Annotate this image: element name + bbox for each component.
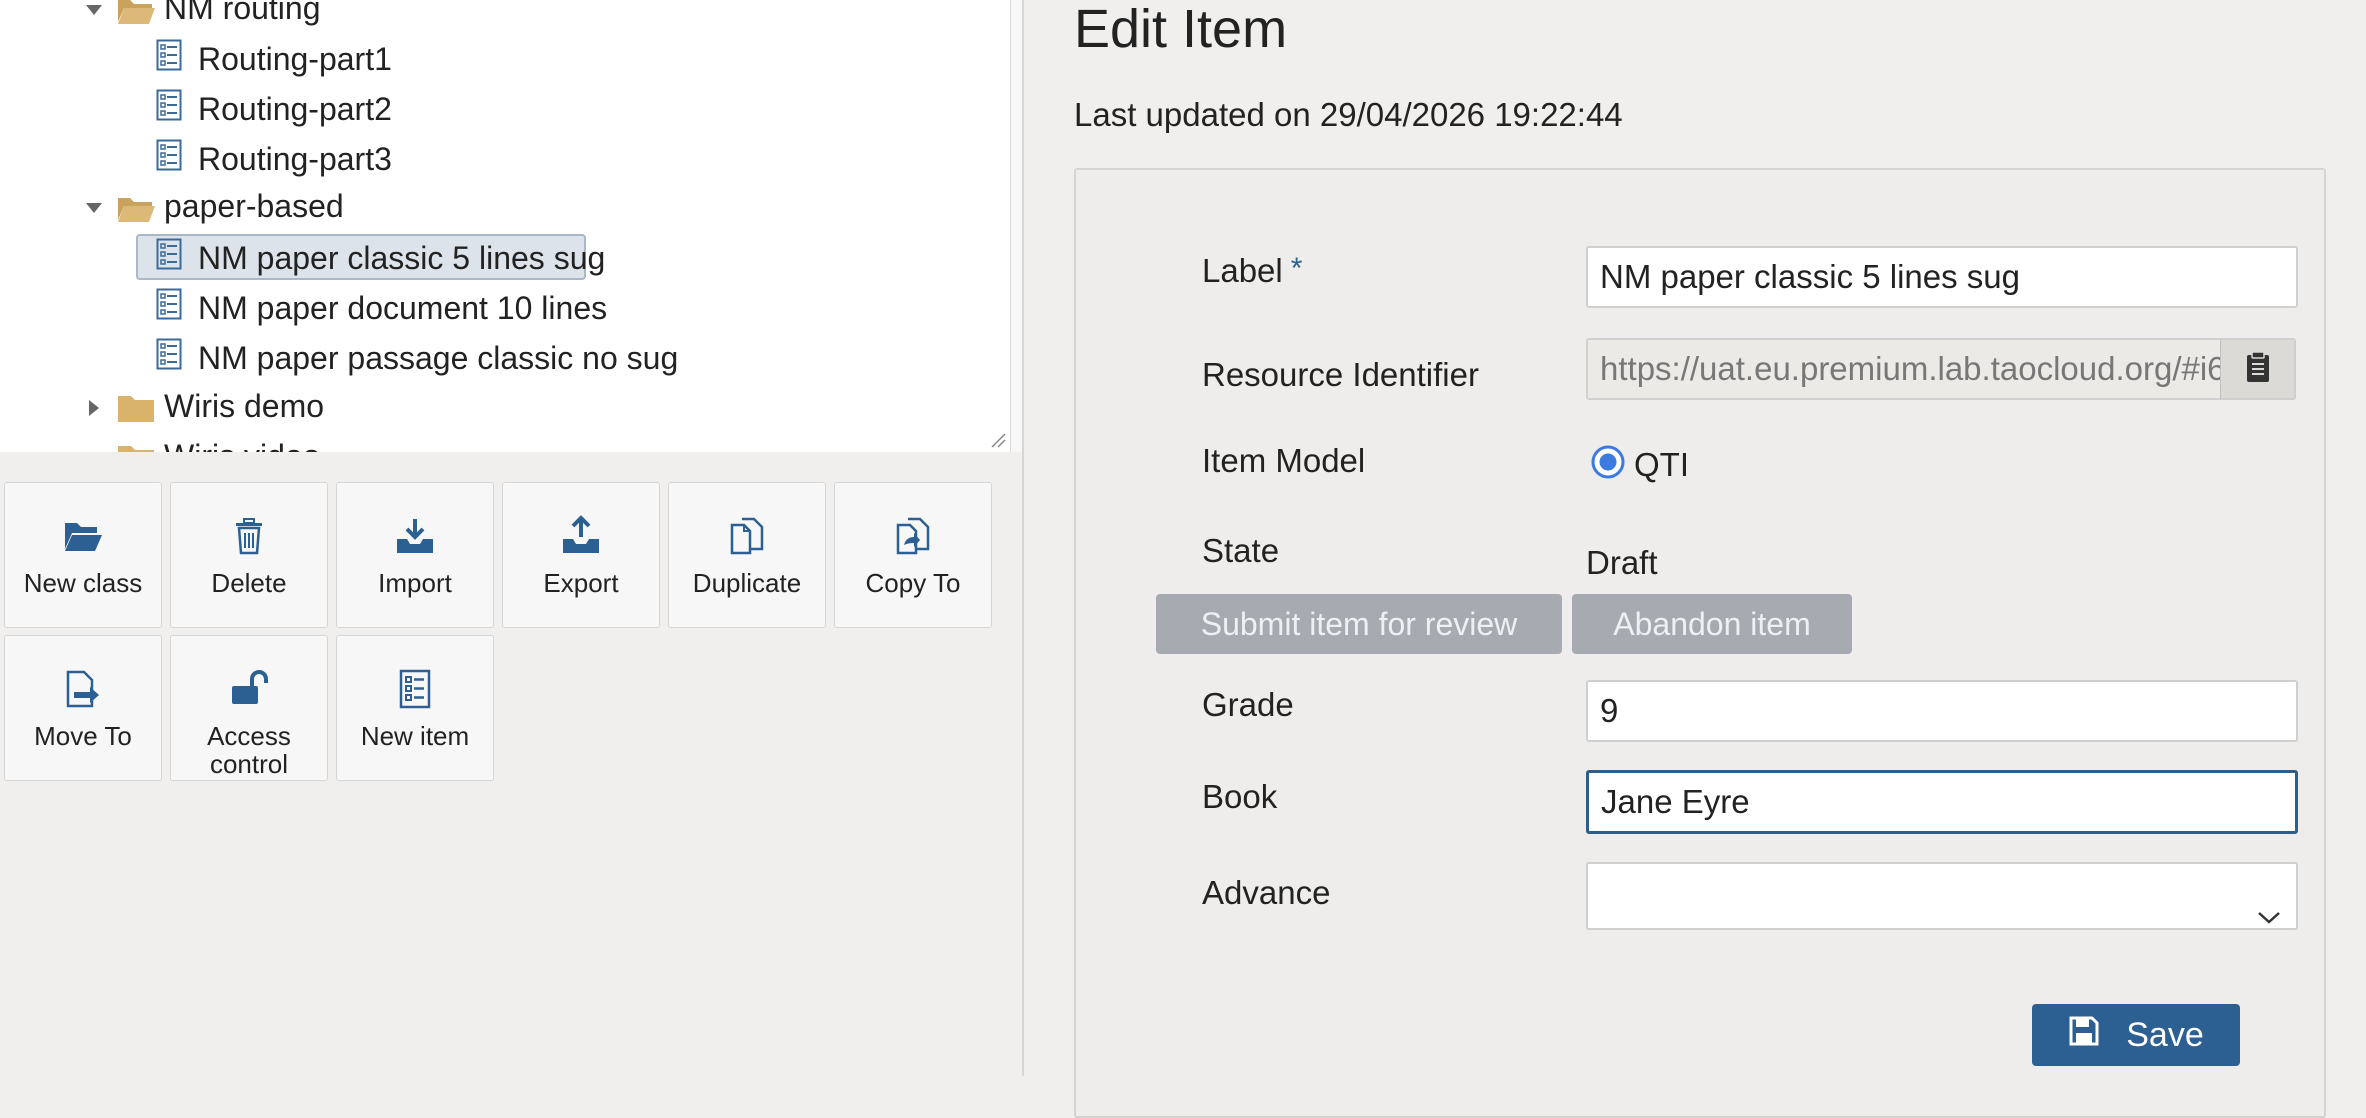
tree-label: Routing-part3 — [198, 140, 392, 177]
clipboard-icon — [2244, 350, 2272, 389]
tree-label: paper-based — [164, 188, 344, 224]
item-list-icon — [156, 238, 182, 278]
duplicate-label: Duplicate — [692, 568, 802, 598]
last-updated-text: Last updated on 29/04/2026 19:22:44 — [1074, 96, 1623, 133]
tree-item[interactable]: Routing-part2 — [156, 87, 392, 131]
edit-panel: Edit Item Last updated on 29/04/2026 19:… — [1024, 0, 2366, 1118]
item-list-icon — [156, 338, 182, 378]
new-item-button[interactable]: New item — [336, 635, 494, 781]
grade-input[interactable]: 9 — [1586, 680, 2298, 742]
export-label: Export — [543, 568, 619, 598]
collapse-arrow-icon[interactable] — [80, 194, 108, 222]
chevron-down-icon — [2256, 886, 2282, 944]
open-folder-icon — [116, 192, 156, 232]
resource-identifier-field[interactable]: https://uat.eu.premium.lab.taocloud.org/… — [1586, 338, 2222, 400]
item-list-icon — [156, 89, 182, 129]
qti-radio-label: QTI — [1634, 445, 1689, 483]
resource-tree: NM routing Routing-part1 Routing-part2 R… — [0, 0, 1010, 452]
folder-icon — [116, 442, 156, 452]
label-field-label: Label * — [1202, 252, 1302, 290]
state-value: Draft — [1586, 544, 1658, 581]
new-class-button[interactable]: New class — [4, 482, 162, 628]
delete-label: Delete — [211, 568, 287, 598]
new-class-label: New class — [23, 568, 143, 598]
item-list-icon — [156, 139, 182, 179]
tree-label: Routing-part1 — [198, 40, 392, 77]
duplicate-icon — [724, 513, 770, 559]
submit-for-review-button[interactable]: Submit item for review — [1156, 594, 1562, 654]
advance-label: Advance — [1202, 874, 1331, 911]
unlock-icon — [226, 666, 272, 712]
tree-label: Wiris video — [164, 438, 320, 452]
tree-item[interactable]: Routing-part1 — [156, 37, 392, 81]
item-list-icon — [392, 666, 438, 712]
collapse-arrow-icon[interactable] — [80, 0, 108, 24]
move-to-label: Move To — [34, 721, 132, 751]
label-input[interactable]: NM paper classic 5 lines sug — [1586, 246, 2298, 308]
label-label-text: Label — [1202, 252, 1283, 289]
import-label: Import — [378, 568, 452, 598]
qti-radio-button[interactable] — [1590, 444, 1626, 485]
required-mark: * — [1290, 252, 1303, 285]
tree-label: Wiris demo — [164, 388, 325, 424]
import-button[interactable]: Import — [336, 482, 494, 628]
item-model-label: Item Model — [1202, 442, 1366, 479]
resource-identifier-label: Resource Identifier — [1202, 356, 1479, 393]
duplicate-button[interactable]: Duplicate — [668, 482, 826, 628]
copy-to-button[interactable]: Copy To — [834, 482, 992, 628]
left-panel: NM routing Routing-part1 Routing-part2 R… — [0, 0, 1023, 1076]
export-button[interactable]: Export — [502, 482, 660, 628]
tree-item[interactable]: Routing-part3 — [156, 137, 392, 181]
save-label: Save — [2126, 1015, 2204, 1054]
item-model-radio-group: QTI — [1590, 444, 1689, 485]
item-list-icon — [156, 39, 182, 79]
book-label: Book — [1202, 778, 1278, 815]
folder-icon — [116, 392, 156, 432]
copy-to-icon — [890, 513, 936, 559]
tree-label: NM paper passage classic no sug — [198, 339, 679, 376]
tree-label: Routing-part2 — [198, 90, 392, 127]
export-icon — [558, 513, 604, 559]
page-title: Edit Item — [1074, 0, 1288, 59]
move-to-icon — [60, 666, 106, 712]
access-control-button[interactable]: Access control — [170, 635, 328, 781]
advance-select[interactable] — [1586, 862, 2298, 930]
tree-item[interactable]: NM paper document 10 lines — [156, 286, 607, 330]
save-button[interactable]: Save — [2032, 1004, 2240, 1066]
tree-label: NM paper classic 5 lines sug — [198, 239, 606, 276]
item-list-icon — [156, 288, 182, 328]
state-label: State — [1202, 532, 1280, 569]
grade-label: Grade — [1202, 686, 1294, 723]
access-control-label-2: control — [209, 749, 289, 779]
tree-label: NM routing — [164, 0, 321, 26]
move-to-button[interactable]: Move To — [4, 635, 162, 781]
copy-to-label: Copy To — [865, 568, 961, 598]
open-folder-icon — [60, 513, 106, 559]
open-folder-icon — [116, 0, 156, 34]
import-icon — [392, 513, 438, 559]
delete-button[interactable]: Delete — [170, 482, 328, 628]
book-input[interactable]: Jane Eyre — [1586, 770, 2298, 834]
copy-to-clipboard-button[interactable] — [2220, 338, 2296, 400]
access-control-label-1: Access — [207, 721, 291, 751]
tree-item[interactable]: NM paper passage classic no sug — [156, 336, 678, 380]
floppy-disk-icon — [2068, 1015, 2100, 1056]
trash-icon — [226, 513, 272, 559]
new-item-label: New item — [360, 721, 470, 751]
resize-handle-icon[interactable] — [990, 432, 1006, 448]
tree-item-selected[interactable]: NM paper classic 5 lines sug — [156, 236, 605, 280]
item-form: Label * NM paper classic 5 lines sug Reso… — [1074, 168, 2326, 1118]
abandon-item-button[interactable]: Abandon item — [1572, 594, 1852, 654]
tree-label: NM paper document 10 lines — [198, 289, 608, 326]
expand-arrow-icon[interactable] — [80, 394, 108, 422]
